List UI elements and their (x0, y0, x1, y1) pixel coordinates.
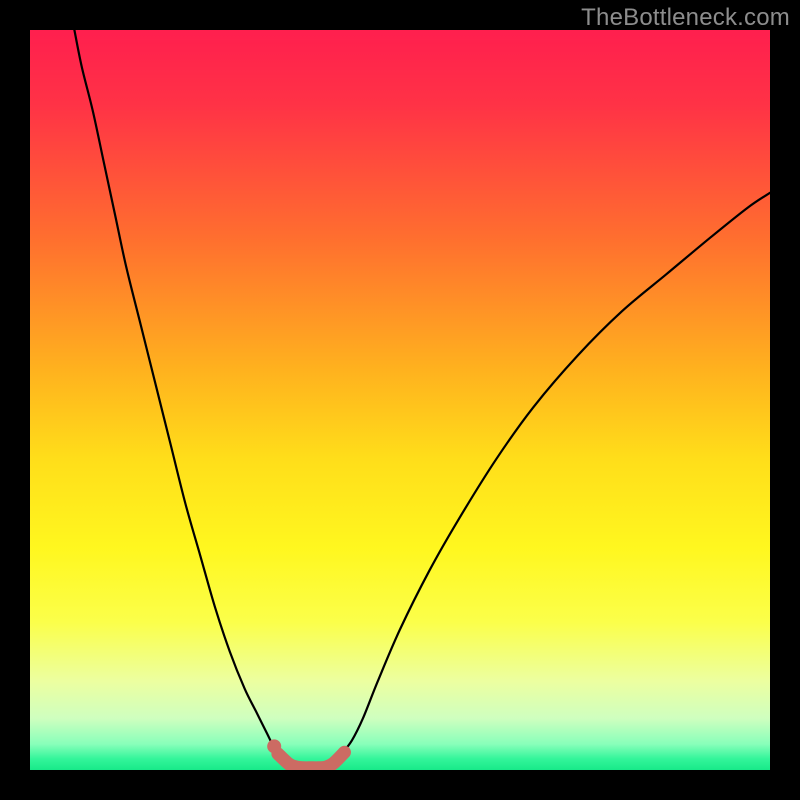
marker-dot-left (267, 739, 281, 753)
right-curve (333, 193, 770, 767)
curves-layer (30, 30, 770, 770)
chart-frame: TheBottleneck.com (0, 0, 800, 800)
plot-area (30, 30, 770, 770)
bottom-marker-band (278, 752, 345, 768)
left-curve (74, 30, 289, 766)
watermark-text: TheBottleneck.com (581, 4, 790, 32)
